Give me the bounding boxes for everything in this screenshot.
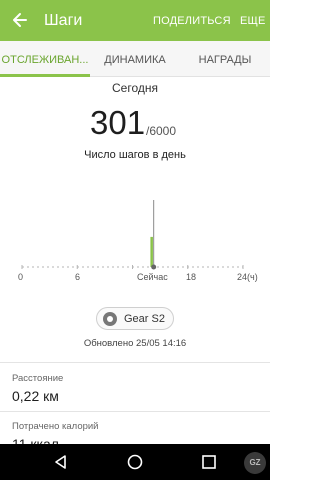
distance-label: Расстояние <box>12 373 64 384</box>
x-tick-label: 24(ч) <box>237 272 258 282</box>
device-chip[interactable]: Gear S2 <box>96 307 174 330</box>
tab-awards[interactable]: НАГРАДЫ <box>180 41 270 77</box>
watch-icon <box>103 312 117 326</box>
tab-dynamics[interactable]: ДИНАМИКА <box>90 41 180 77</box>
last-updated: Обновлено 25/05 14:16 <box>83 338 187 349</box>
step-count: 301 <box>90 104 146 141</box>
system-nav-bar <box>0 444 270 480</box>
home-nav-icon[interactable] <box>126 453 144 471</box>
calories-label: Потрачено калорий <box>12 421 99 432</box>
steps-chart: 0 6 Сейчас 18 24(ч) <box>0 190 270 290</box>
back-nav-icon[interactable] <box>52 453 70 471</box>
step-goal: /6000 <box>146 124 177 138</box>
step-bar <box>150 236 153 267</box>
recent-apps-icon[interactable] <box>200 453 218 471</box>
app-bar: Шаги ПОДЕЛИТЬСЯ ЕЩЕ <box>0 0 270 41</box>
x-tick-label: 0 <box>18 272 24 282</box>
distance-value: 0,22 км <box>12 388 59 404</box>
x-tick-label-now: Сейчас <box>137 272 168 282</box>
back-arrow-icon[interactable] <box>10 10 30 30</box>
x-tick-label: 18 <box>186 272 197 282</box>
divider <box>0 411 270 412</box>
device-label: Gear S2 <box>124 313 165 325</box>
steps-caption: Число шагов в день <box>84 149 186 161</box>
period-label: Сегодня <box>112 81 158 95</box>
x-tick-label: 6 <box>75 272 81 282</box>
tab-tracking[interactable]: ОТСЛЕЖИВАН... <box>0 41 90 77</box>
page-title: Шаги <box>44 12 83 29</box>
watermark-logo-icon: GZ <box>244 452 266 474</box>
share-button[interactable]: ПОДЕЛИТЬСЯ <box>153 15 231 27</box>
now-marker-dot <box>151 264 157 270</box>
steps-chart-plot <box>21 200 244 270</box>
divider <box>0 362 270 363</box>
more-button[interactable]: ЕЩЕ <box>240 15 266 27</box>
tab-bar: ОТСЛЕЖИВАН... ДИНАМИКА НАГРАДЫ <box>0 41 270 77</box>
